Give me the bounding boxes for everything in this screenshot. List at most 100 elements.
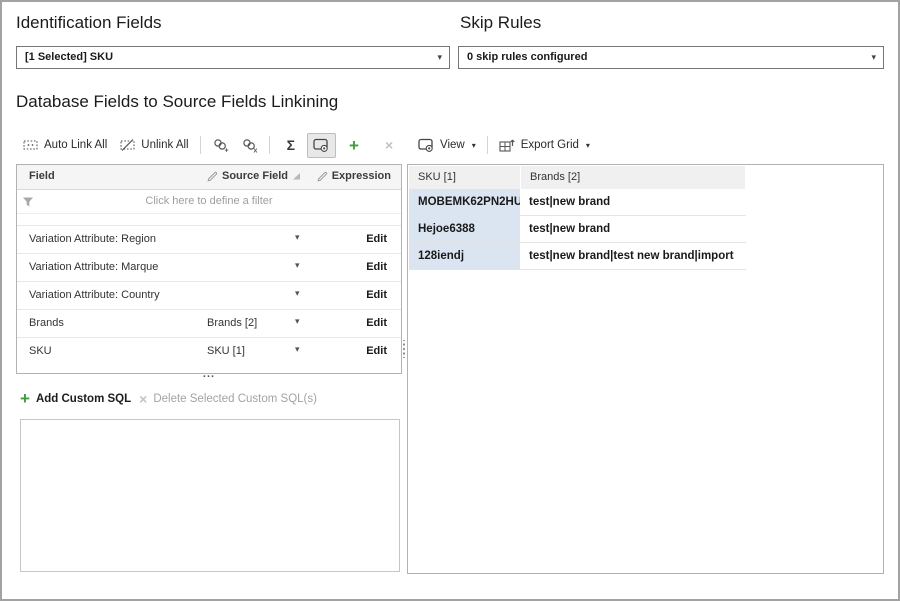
sku-cell[interactable]: Hejoe6388: [409, 216, 521, 242]
svg-text:+: +: [224, 147, 228, 153]
source-field-dropdown-icon[interactable]: ▾: [295, 260, 300, 271]
preview-grid-rows: MOBEMK62PN2HU7E test|new brand Hejoe6388…: [409, 189, 746, 270]
edit-link[interactable]: Edit: [366, 345, 387, 357]
identification-fields-title: Identification Fields: [16, 13, 162, 33]
auto-link-icon: [22, 138, 39, 153]
custom-sql-editor[interactable]: [20, 419, 400, 572]
edit-link[interactable]: Edit: [366, 233, 387, 245]
table-row[interactable]: Variation Attribute: Country ▾ Edit: [17, 281, 401, 309]
preview-eye-icon: [313, 138, 330, 153]
sku-cell[interactable]: MOBEMK62PN2HU7E: [409, 189, 521, 215]
identification-fields-dropdown-value: [1 Selected] SKU: [25, 51, 113, 63]
plus-icon: +: [342, 138, 366, 153]
table-row[interactable]: Variation Attribute: Marque ▾ Edit: [17, 253, 401, 281]
toolbar-separator: [269, 136, 270, 154]
skip-rules-dropdown-value: 0 skip rules configured: [467, 51, 587, 63]
chevron-down-icon: ▾: [472, 141, 476, 150]
brands-cell[interactable]: test|new brand: [521, 189, 746, 215]
source-field-dropdown-icon[interactable]: ▾: [295, 288, 300, 299]
auto-link-all-label: Auto Link All: [44, 139, 107, 151]
brands-cell[interactable]: test|new brand: [521, 216, 746, 242]
table-row[interactable]: 128iendj test|new brand|test new brand|i…: [409, 243, 746, 270]
filter-funnel-icon: [22, 196, 34, 208]
table-resize-handle[interactable]: ...: [16, 369, 402, 379]
auto-link-all-button[interactable]: Auto Link All: [16, 133, 113, 158]
add-custom-sql-button[interactable]: + Add Custom SQL: [20, 392, 131, 406]
source-field-dropdown-icon[interactable]: ▾: [295, 344, 300, 355]
add-row-button[interactable]: +: [336, 133, 372, 158]
table-row[interactable]: Hejoe6388 test|new brand: [409, 216, 746, 243]
table-row[interactable]: MOBEMK62PN2HU7E test|new brand: [409, 189, 746, 216]
table-row[interactable]: Variation Attribute: Region ▾ Edit: [17, 225, 401, 253]
fields-table-header: Field Source Field Expression: [17, 165, 401, 190]
preview-toggle-button[interactable]: [307, 133, 336, 158]
linking-section-title: Database Fields to Source Fields Linkini…: [16, 92, 338, 112]
pencil-icon: [317, 171, 328, 182]
export-grid-menu-button[interactable]: Export Grid ▾: [493, 133, 596, 158]
source-field-value: Brands [2]: [207, 317, 257, 329]
unlink-all-button[interactable]: Unlink All: [113, 133, 194, 158]
edit-link[interactable]: Edit: [366, 261, 387, 273]
database-fields-table: Field Source Field Expression: [16, 164, 402, 374]
panel-splitter-handle[interactable]: [402, 340, 406, 358]
toolbar-right-group: View ▾ Export Grid ▾: [412, 131, 596, 159]
table-row[interactable]: Brands Brands [2] ▾ Edit: [17, 309, 401, 337]
field-name: Variation Attribute: Country: [29, 289, 160, 301]
chevron-down-icon: ▾: [871, 47, 876, 68]
unlink-icon: [119, 138, 136, 153]
skip-rules-title: Skip Rules: [460, 13, 541, 33]
edit-link[interactable]: Edit: [366, 317, 387, 329]
table-row[interactable]: SKU SKU [1] ▾ Edit: [17, 337, 401, 365]
brands-column-header[interactable]: Brands [2]: [521, 166, 746, 189]
sigma-icon: Σ: [281, 137, 301, 153]
close-icon: ×: [378, 137, 400, 153]
view-eye-icon: [418, 138, 435, 153]
chevron-down-icon: ▾: [437, 47, 442, 68]
field-column-header[interactable]: Field: [29, 170, 55, 182]
sku-cell[interactable]: 128iendj: [409, 243, 521, 269]
toolbar-separator: [487, 136, 488, 154]
source-field-column-header[interactable]: Source Field: [207, 170, 301, 182]
field-name: SKU: [29, 345, 52, 357]
fields-table-rows: Variation Attribute: Region ▾ Edit Varia…: [17, 225, 401, 365]
brands-cell[interactable]: test|new brand|test new brand|import: [521, 243, 746, 269]
unlink-all-label: Unlink All: [141, 139, 188, 151]
identification-fields-dropdown[interactable]: [1 Selected] SKU ▾: [16, 46, 450, 69]
filter-row[interactable]: Click here to define a filter: [17, 190, 401, 214]
linking-toolbar: Auto Link All Unlink All + x: [16, 131, 888, 159]
preview-grid-header: SKU [1] Brands [2]: [409, 166, 746, 189]
custom-sql-actions: + Add Custom SQL × Delete Selected Custo…: [20, 391, 317, 407]
plus-icon: +: [20, 392, 30, 406]
source-field-dropdown-icon[interactable]: ▾: [295, 316, 300, 327]
field-name: Variation Attribute: Region: [29, 233, 156, 245]
source-preview-panel: SKU [1] Brands [2] MOBEMK62PN2HU7E test|…: [407, 164, 884, 574]
link-add-button[interactable]: +: [206, 133, 235, 158]
delete-custom-sql-button: × Delete Selected Custom SQL(s): [139, 391, 317, 407]
export-grid-menu-label: Export Grid: [521, 139, 579, 151]
export-grid-icon: [499, 138, 516, 153]
view-menu-label: View: [440, 139, 465, 151]
page-frame: Identification Fields Skip Rules [1 Sele…: [0, 0, 900, 601]
sort-ascending-icon: [292, 172, 301, 181]
link-remove-button[interactable]: x: [235, 133, 264, 158]
view-menu-button[interactable]: View ▾: [412, 133, 482, 158]
pencil-icon: [207, 171, 218, 182]
svg-text:x: x: [253, 147, 257, 153]
expression-column-label: Expression: [332, 170, 391, 182]
filter-placeholder: Click here to define a filter: [17, 190, 401, 213]
field-name: Variation Attribute: Marque: [29, 261, 158, 273]
source-field-value: SKU [1]: [207, 345, 245, 357]
field-name: Brands: [29, 317, 64, 329]
skip-rules-dropdown[interactable]: 0 skip rules configured ▾: [458, 46, 884, 69]
edit-link[interactable]: Edit: [366, 289, 387, 301]
sku-column-header[interactable]: SKU [1]: [409, 166, 521, 189]
delete-row-button: ×: [372, 132, 406, 158]
sum-button[interactable]: Σ: [275, 132, 307, 158]
expression-column-header[interactable]: Expression: [317, 170, 391, 182]
link-plus-icon: +: [212, 138, 229, 153]
toolbar-left-group: Auto Link All Unlink All + x: [16, 131, 406, 159]
close-icon: ×: [139, 391, 147, 407]
toolbar-separator: [200, 136, 201, 154]
source-field-dropdown-icon[interactable]: ▾: [295, 232, 300, 243]
add-custom-sql-label: Add Custom SQL: [36, 393, 131, 405]
